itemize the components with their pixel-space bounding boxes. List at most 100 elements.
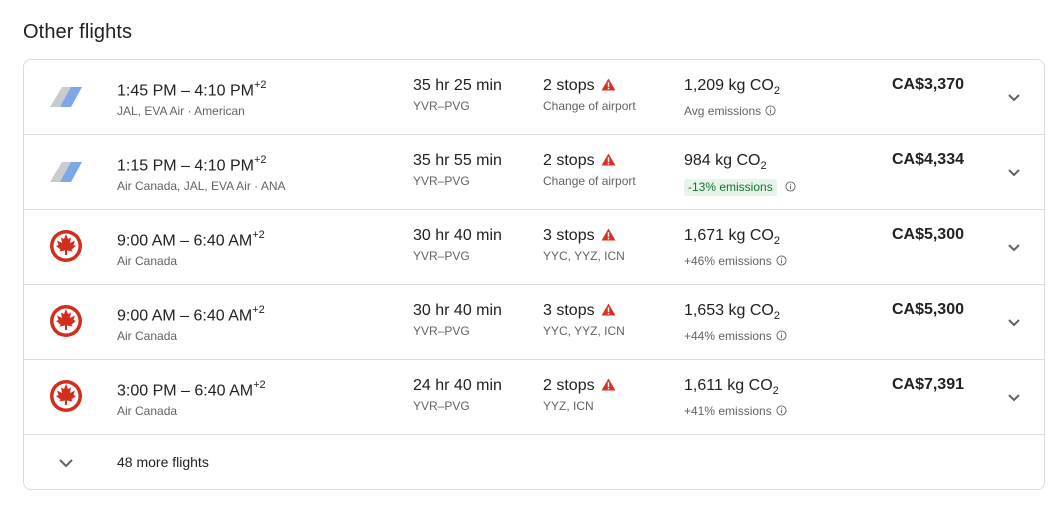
stops-count: 3 stops	[543, 302, 595, 319]
duration-value: 30 hr 40 min	[413, 302, 502, 319]
duration-value: 35 hr 25 min	[413, 77, 502, 94]
flight-duration: 30 hr 40 min YVR–PVG	[413, 301, 502, 339]
stops-detail: Change of airport	[543, 174, 636, 188]
flight-times: 1:15 PM – 4:10 PM+2 Air Canada, JAL, EVA…	[117, 154, 286, 194]
departure-time: 9:00 AM	[117, 307, 176, 325]
flight-duration: 35 hr 25 min YVR–PVG	[413, 76, 502, 114]
route: YVR–PVG	[413, 99, 470, 113]
warning-icon	[601, 228, 616, 241]
flight-price: CA$4,334	[891, 151, 964, 168]
flight-row[interactable]: 3:00 PM – 6:40 AM+2 Air Canada 24 hr 40 …	[24, 360, 1044, 435]
co2-subscript: 2	[772, 385, 779, 398]
air-canada-logo	[50, 380, 82, 412]
co2-amount: 1,209 kg CO	[684, 77, 774, 94]
co2-amount: 1,611 kg CO	[684, 377, 773, 394]
emissions-label: +41% emissions	[684, 404, 772, 419]
flight-stops: 3 stops YYC, YYZ, ICN	[543, 301, 625, 339]
airline-logo	[48, 156, 84, 188]
warning-icon	[601, 153, 616, 166]
emissions-label: +46% emissions	[684, 254, 772, 269]
flight-times: 9:00 AM – 6:40 AM+2 Air Canada	[117, 229, 265, 269]
stops-count: 2 stops	[543, 377, 595, 394]
expand-chevron-icon[interactable]	[1004, 312, 1024, 332]
info-icon[interactable]	[785, 181, 796, 192]
co2-subscript: 2	[773, 85, 780, 98]
arrival-time: 4:10 PM	[194, 82, 254, 100]
airlines: Air Canada	[117, 404, 178, 419]
departure-time: 9:00 AM	[117, 232, 176, 250]
flight-times: 1:45 PM – 4:10 PM+2 JAL, EVA Air · Ameri…	[117, 79, 267, 119]
co2-subscript: 2	[773, 310, 780, 323]
multi-airline-logo	[50, 87, 82, 107]
flight-row[interactable]: 1:45 PM – 4:10 PM+2 JAL, EVA Air · Ameri…	[24, 60, 1044, 135]
airline-logo	[48, 380, 84, 413]
co2-subscript: 2	[773, 235, 780, 248]
departure-time: 1:15 PM	[117, 157, 177, 175]
flight-stops: 3 stops YYC, YYZ, ICN	[543, 226, 625, 264]
co2-amount: 1,653 kg CO	[684, 302, 774, 319]
co2-subscript: 2	[760, 160, 767, 173]
warning-icon	[601, 78, 616, 91]
flight-row[interactable]: 9:00 AM – 6:40 AM+2 Air Canada 30 hr 40 …	[24, 285, 1044, 360]
flight-duration: 30 hr 40 min YVR–PVG	[413, 226, 502, 264]
flight-times: 9:00 AM – 6:40 AM+2 Air Canada	[117, 304, 265, 344]
stops-detail: YYC, YYZ, ICN	[543, 249, 625, 263]
expand-chevron-icon[interactable]	[1004, 162, 1024, 182]
flight-duration: 35 hr 55 min YVR–PVG	[413, 151, 502, 189]
chevron-down-icon	[59, 459, 73, 468]
airlines: Air Canada	[117, 254, 178, 269]
duration-value: 30 hr 40 min	[413, 227, 502, 244]
flight-row[interactable]: 1:15 PM – 4:10 PM+2 Air Canada, JAL, EVA…	[24, 135, 1044, 210]
stops-count: 2 stops	[543, 152, 595, 169]
section-title: Other flights	[23, 21, 133, 43]
air-canada-logo	[50, 305, 82, 337]
expand-chevron-icon[interactable]	[1004, 387, 1024, 407]
info-icon[interactable]	[776, 255, 787, 266]
flight-price: CA$5,300	[891, 301, 964, 318]
flight-emissions: 1,611 kg CO2 +41% emissions	[684, 376, 787, 419]
flight-stops: 2 stops Change of airport	[543, 151, 636, 189]
route: YVR–PVG	[413, 249, 470, 263]
airlines: Air Canada	[117, 329, 178, 344]
route: YVR–PVG	[413, 399, 470, 413]
flight-price: CA$7,391	[891, 376, 964, 393]
departure-time: 1:45 PM	[117, 82, 177, 100]
co2-amount: 1,671 kg CO	[684, 227, 774, 244]
flight-emissions: 1,671 kg CO2 +46% emissions	[684, 226, 787, 269]
info-icon[interactable]	[776, 405, 787, 416]
arrival-time: 4:10 PM	[194, 157, 254, 175]
flight-emissions: 1,653 kg CO2 +44% emissions	[684, 301, 787, 344]
more-flights-button[interactable]: 48 more flights	[24, 435, 1044, 489]
arrival-time: 6:40 AM	[193, 232, 253, 250]
arrival-time: 6:40 AM	[194, 382, 254, 400]
warning-icon	[601, 303, 616, 316]
warning-icon	[601, 378, 616, 391]
day-offset: +2	[252, 229, 265, 241]
flight-stops: 2 stops Change of airport	[543, 76, 636, 114]
flight-emissions: 1,209 kg CO2 Avg emissions	[684, 76, 780, 119]
duration-value: 35 hr 55 min	[413, 152, 502, 169]
expand-chevron-icon[interactable]	[1004, 237, 1024, 257]
arrival-time: 6:40 AM	[193, 307, 253, 325]
flight-price: CA$5,300	[891, 226, 964, 243]
flight-times: 3:00 PM – 6:40 AM+2 Air Canada	[117, 379, 266, 419]
info-icon[interactable]	[765, 105, 776, 116]
emissions-label: +44% emissions	[684, 329, 772, 344]
flight-duration: 24 hr 40 min YVR–PVG	[413, 376, 502, 414]
day-offset: +2	[253, 79, 267, 91]
flight-emissions: 984 kg CO2 -13% emissions	[684, 151, 796, 197]
airline-logo	[48, 81, 84, 113]
stops-detail: Change of airport	[543, 99, 636, 113]
stops-detail: YYC, YYZ, ICN	[543, 324, 625, 338]
flight-row[interactable]: 9:00 AM – 6:40 AM+2 Air Canada 30 hr 40 …	[24, 210, 1044, 285]
airlines: JAL, EVA Air · American	[117, 104, 245, 119]
expand-chevron-icon[interactable]	[1004, 87, 1024, 107]
flight-list: 1:45 PM – 4:10 PM+2 JAL, EVA Air · Ameri…	[23, 59, 1045, 490]
route: YVR–PVG	[413, 174, 470, 188]
airlines: Air Canada, JAL, EVA Air · ANA	[117, 179, 286, 194]
departure-time: 3:00 PM	[117, 382, 177, 400]
day-offset: +2	[252, 304, 265, 316]
air-canada-logo	[50, 230, 82, 262]
info-icon[interactable]	[776, 330, 787, 341]
day-offset: +2	[253, 379, 266, 391]
